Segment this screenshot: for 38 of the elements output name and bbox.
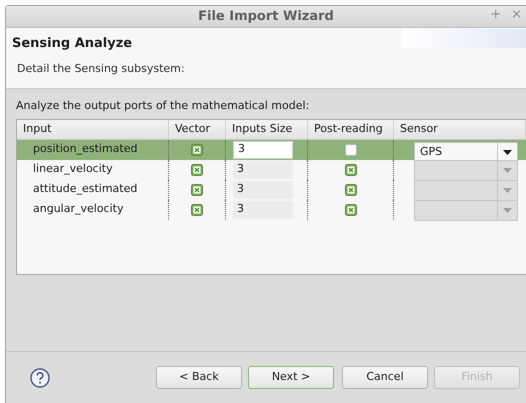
column-header[interactable]: Post-reading (314, 120, 383, 138)
table-row[interactable]: linear_velocity 3 (17, 160, 526, 180)
caret-icon (503, 168, 512, 172)
caret-icon (503, 188, 512, 192)
input-name: angular_velocity (33, 201, 124, 218)
checkbox[interactable] (191, 184, 203, 196)
checkbox[interactable] (191, 144, 203, 156)
window-title: File Import Wizard (198, 8, 334, 26)
size-field[interactable]: 3 (233, 200, 293, 218)
column-header[interactable]: Vector (175, 120, 210, 138)
checkbox[interactable] (344, 204, 356, 216)
size-field[interactable]: 3 (233, 140, 293, 158)
input-name: linear_velocity (33, 161, 113, 178)
table-row[interactable]: angular_velocity 3 (17, 200, 526, 220)
column-header[interactable]: Inputs Size (232, 120, 292, 138)
wizard-button[interactable]: < Back (156, 366, 242, 389)
input-name: position_estimated (33, 141, 138, 158)
checkbox[interactable] (344, 184, 356, 196)
wizard-button[interactable]: Cancel (342, 366, 428, 389)
page-title: Sensing Analyze (12, 35, 132, 53)
size-field[interactable]: 3 (233, 160, 293, 178)
input-name: attitude_estimated (33, 181, 138, 198)
help-icon[interactable] (30, 368, 50, 388)
checkbox[interactable] (191, 204, 203, 216)
selected-row[interactable]: position_estimated 3 GPS (17, 140, 526, 160)
caret-icon (503, 150, 512, 154)
checkbox[interactable] (191, 164, 203, 176)
size-field[interactable]: 3 (233, 180, 293, 198)
checkbox[interactable] (344, 164, 356, 176)
column-header[interactable]: Sensor (400, 120, 438, 138)
checkbox[interactable] (344, 144, 356, 156)
wizard-button[interactable]: Next > (248, 366, 334, 389)
instruction-text: Analyze the output ports of the mathematical model: (16, 98, 310, 114)
page-description: Detail the Sensing subsystem: (17, 60, 185, 76)
table-row[interactable]: attitude_estimated 3 (17, 180, 526, 200)
caret-icon (503, 208, 512, 212)
column-header[interactable]: Input (23, 120, 52, 138)
sensor-dropdown[interactable]: GPS (414, 142, 518, 162)
